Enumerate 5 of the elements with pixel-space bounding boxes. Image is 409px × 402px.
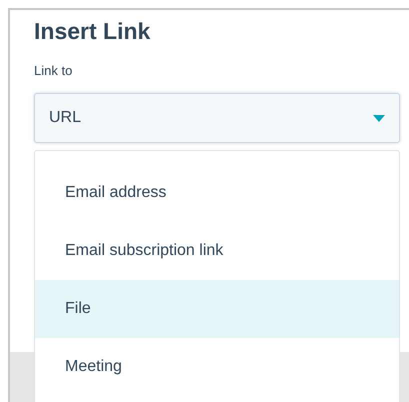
caret-icon [373, 114, 385, 122]
link-type-select[interactable]: URL [34, 93, 400, 143]
menu-option[interactable]: File [35, 280, 399, 338]
field-label: Link to [34, 62, 72, 80]
dialog-title: Insert Link [34, 17, 150, 46]
